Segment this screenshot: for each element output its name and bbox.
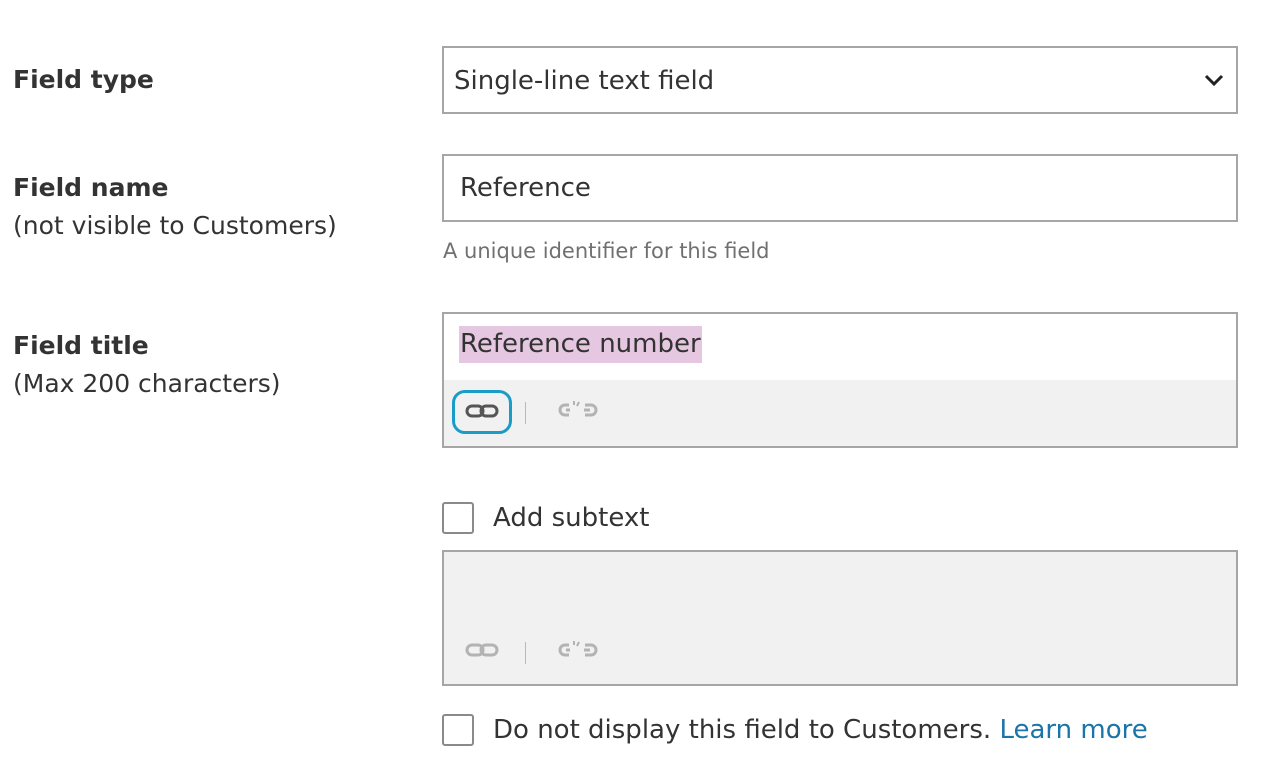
field-title-label: Field title [13,331,149,360]
field-type-selected-value: Single-line text field [454,66,715,96]
learn-more-link[interactable]: Learn more [999,715,1147,745]
hide-field-label: Do not display this field to Customers. … [493,710,1148,750]
field-type-label-group: Field type [13,61,154,99]
field-name-sublabel: (not visible to Customers) [13,211,337,240]
insert-link-button[interactable] [452,390,512,434]
field-name-input[interactable]: Reference [442,154,1238,222]
add-subtext-checkbox[interactable] [442,502,474,534]
field-title-label-group: Field title (Max 200 characters) [13,327,281,403]
subtext-editor [442,550,1238,686]
field-name-help-text: A unique identifier for this field [443,239,770,263]
custom-field-form: Field type Single-line text field Field … [0,0,1266,772]
field-name-label-group: Field name (not visible to Customers) [13,169,337,245]
field-title-selected-text: Reference number [459,326,702,363]
subtext-toolbar-divider [525,642,526,664]
chevron-down-icon [1204,74,1224,87]
field-title-toolbar [444,380,1236,446]
subtext-remove-link-button [544,628,604,672]
field-name-value: Reference [460,173,591,203]
unlink-icon [558,401,598,417]
field-type-label: Field type [13,65,154,94]
hide-field-checkbox[interactable] [442,714,474,746]
toolbar-divider [525,402,526,424]
field-title-text-area[interactable]: Reference number [444,314,1236,380]
field-title-sublabel: (Max 200 characters) [13,369,281,398]
unlink-icon [558,641,598,657]
add-subtext-label: Add subtext [493,503,650,533]
link-icon [465,404,499,418]
link-icon [465,643,499,657]
field-type-select[interactable]: Single-line text field [442,46,1238,114]
field-name-label: Field name [13,173,169,202]
remove-link-button[interactable] [544,390,604,434]
hide-field-label-text: Do not display this field to Customers. [493,715,992,745]
field-title-editor: Reference number [442,312,1238,448]
subtext-insert-link-button [452,628,512,672]
subtext-toolbar [444,618,1236,684]
